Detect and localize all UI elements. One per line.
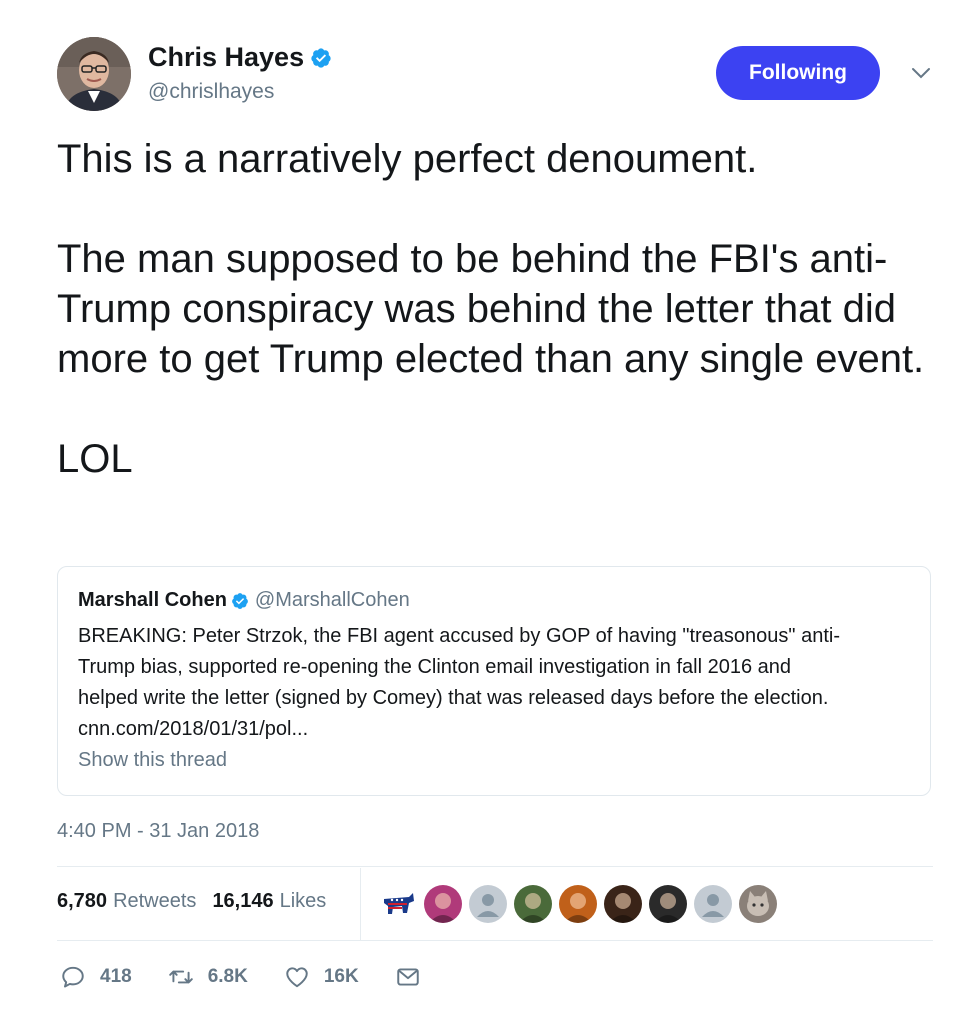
user-avatar[interactable]	[648, 884, 688, 924]
like-action[interactable]: 16K	[284, 964, 359, 990]
reply-count: 418	[100, 966, 132, 987]
quoted-tweet-header: Marshall Cohen @MarshallCohen	[78, 589, 410, 612]
user-avatar[interactable]	[603, 884, 643, 924]
show-thread-link[interactable]: Show this thread	[78, 749, 227, 772]
divider	[57, 866, 933, 867]
author-name-row[interactable]: Chris Hayes	[148, 42, 332, 73]
retweet-action[interactable]: 6.8K	[168, 964, 248, 990]
author-avatar[interactable]	[57, 37, 131, 111]
stats-separator	[360, 868, 361, 940]
tweet-paragraph: The man supposed to be behind the FBI's …	[57, 237, 925, 381]
tweet-stats: 6,780 Retweets 16,146 Likes	[57, 890, 342, 913]
direct-message-action[interactable]	[395, 964, 435, 990]
user-avatar[interactable]	[513, 884, 553, 924]
retweets-label: Retweets	[113, 890, 197, 912]
heart-icon	[286, 967, 308, 988]
following-button[interactable]: Following	[716, 46, 880, 100]
chevron-down-icon[interactable]	[908, 62, 934, 84]
default-user-avatar[interactable]	[693, 884, 733, 924]
divider	[57, 940, 933, 941]
retweet-icon	[168, 970, 193, 984]
retweets-stat[interactable]: 6,780 Retweets	[57, 890, 196, 913]
cat-avatar[interactable]	[738, 884, 778, 924]
quoted-author-name: Marshall Cohen	[78, 589, 227, 611]
reply-action[interactable]: 418	[60, 964, 132, 990]
retweet-count: 6.8K	[207, 966, 248, 987]
envelope-icon	[396, 968, 419, 986]
tweet-paragraph: This is a narratively perfect denoument.	[57, 137, 758, 181]
quoted-tweet-text: BREAKING: Peter Strzok, the FBI agent ac…	[78, 625, 840, 740]
tweet-timestamp[interactable]: 4:40 PM - 31 Jan 2018	[57, 820, 259, 843]
user-avatar[interactable]	[558, 884, 598, 924]
likes-label: Likes	[279, 890, 327, 912]
author-photo	[57, 37, 131, 111]
author-name[interactable]: Chris Hayes	[148, 42, 304, 73]
likes-stat[interactable]: 16,146 Likes	[212, 890, 326, 913]
like-count: 16K	[323, 966, 359, 987]
quoted-author-handle: @MarshallCohen	[254, 589, 410, 611]
user-avatar[interactable]	[423, 884, 463, 924]
author-handle[interactable]: @chrislhayes	[148, 80, 274, 104]
verified-badge-icon	[232, 592, 248, 609]
retweets-count: 6,780	[57, 890, 108, 912]
quoted-tweet-card[interactable]: Marshall Cohen @MarshallCohen BREAKING: …	[57, 566, 931, 796]
default-user-avatar[interactable]	[468, 884, 508, 924]
likes-count: 16,146	[212, 890, 274, 912]
tweet-paragraph: LOL	[57, 437, 133, 481]
tweet-actions: 418 6.8K 16K	[60, 964, 471, 990]
democrat-donkey-avatar[interactable]	[378, 884, 418, 924]
tweet-text: This is a narratively perfect denoument.…	[57, 134, 937, 484]
reply-icon	[62, 966, 84, 988]
verified-badge-icon	[311, 47, 331, 68]
